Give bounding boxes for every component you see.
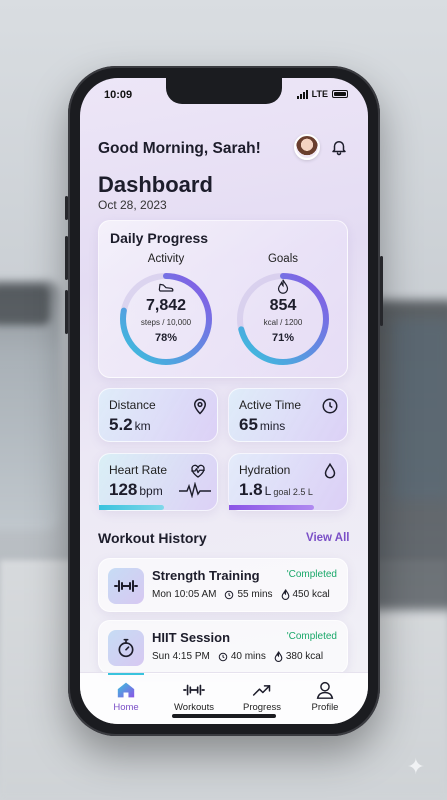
tab-workouts[interactable]: Workouts — [164, 681, 224, 713]
workout-status: 'Completed — [286, 631, 337, 642]
user-icon — [316, 681, 334, 699]
workout-name: HIIT Session — [152, 630, 231, 645]
workout-meta: Sun 4:15 PM 40 mins 380 kcal — [152, 651, 323, 662]
status-indicators: LTE — [296, 89, 348, 99]
workout-name: Strength Training — [152, 568, 260, 583]
workout-status: 'Completed — [286, 569, 337, 580]
daily-progress-card[interactable]: Daily Progress Activity 7,842 steps / 10… — [98, 220, 348, 378]
heart-rate-card[interactable]: Heart Rate 128 bpm — [98, 453, 218, 511]
location-pin-icon — [193, 398, 207, 415]
workout-calories: 380 kcal — [274, 651, 323, 662]
goals-ring[interactable]: 854 kcal / 1200 71% — [233, 269, 333, 369]
status-time: 10:09 — [104, 89, 133, 101]
workout-time: Sun 4:15 PM — [152, 651, 210, 662]
clock-icon — [218, 652, 228, 661]
heartbeat-waveform-icon — [179, 482, 211, 498]
home-indicator — [172, 714, 276, 718]
activity-label: Activity — [147, 253, 185, 265]
bell-icon[interactable] — [330, 138, 348, 156]
activity-value: 7,842 — [145, 297, 187, 314]
goals-percent: 71% — [271, 332, 295, 344]
view-all-link[interactable]: View All — [306, 532, 349, 544]
greeting: Good Morning, Sarah! — [98, 140, 261, 157]
tab-profile[interactable]: Profile — [295, 681, 355, 713]
heart-rate-value: 128 bpm — [109, 480, 163, 499]
network-type: LTE — [311, 89, 328, 99]
active-time-value: 65 mins — [239, 415, 286, 434]
workout-time: Mon 10:05 AM — [152, 589, 217, 600]
goals-label: Goals — [267, 253, 299, 265]
distance-label: Distance — [109, 398, 156, 412]
hydration-label: Hydration — [239, 463, 291, 477]
clock-icon — [322, 398, 338, 414]
clock-icon — [225, 590, 234, 599]
heart-pulse-icon — [191, 464, 205, 478]
page-title: Dashboard — [98, 172, 213, 197]
hydration-progress-bar — [229, 505, 314, 510]
flame-icon — [274, 651, 283, 662]
phone-volume-up-button — [65, 236, 68, 280]
active-tab-indicator — [108, 673, 144, 675]
workout-meta: Mon 10:05 AM 55 mins 450 kcal — [152, 589, 330, 600]
water-drop-icon — [324, 462, 336, 479]
activity-percent: 78% — [154, 332, 178, 344]
phone-side-button — [65, 196, 68, 220]
tab-label: Workouts — [174, 702, 214, 713]
app-screen: 10:09 LTE Good Morning, Sarah! Dashboard… — [80, 78, 368, 724]
distance-value: 5.2 km — [109, 415, 151, 434]
phone-frame: 10:09 LTE Good Morning, Sarah! Dashboard… — [65, 66, 383, 736]
phone-volume-down-button — [65, 290, 68, 334]
trend-icon — [252, 685, 271, 696]
active-time-label: Active Time — [239, 398, 302, 412]
active-time-card[interactable]: Active Time 65 mins — [228, 388, 348, 442]
signal-icon — [296, 89, 308, 99]
workout-duration: 40 mins — [218, 651, 266, 662]
status-bar: 10:09 LTE — [80, 86, 368, 106]
daily-progress-title: Daily Progress — [110, 230, 209, 246]
distance-card[interactable]: Distance 5.2 km — [98, 388, 218, 442]
workout-item-strength[interactable]: Strength Training 'Completed Mon 10:05 A… — [98, 558, 348, 612]
page-date: Oct 28, 2023 — [98, 198, 167, 212]
background-bottle-cap — [0, 285, 50, 325]
workout-calories: 450 kcal — [281, 589, 330, 600]
workout-item-hiit[interactable]: HIIT Session 'Completed Sun 4:15 PM 40 m… — [98, 620, 348, 674]
stopwatch-icon — [108, 630, 144, 666]
flame-icon — [281, 589, 289, 600]
hydration-value: 1.8 Lgoal 2.5 L — [239, 480, 313, 499]
sparkle-icon: ✦ — [406, 754, 425, 779]
goals-detail: kcal / 1200 — [263, 318, 303, 327]
shoe-icon — [158, 283, 174, 292]
background-laptop-screen — [392, 320, 447, 500]
heart-rate-progress-bar — [99, 505, 164, 510]
avatar[interactable] — [294, 134, 320, 160]
activity-ring[interactable]: 7,842 steps / 10,000 78% — [116, 269, 216, 369]
tab-home[interactable]: Home — [96, 681, 156, 713]
tab-label: Progress — [242, 702, 281, 713]
phone-power-button — [380, 256, 383, 326]
hydration-card[interactable]: Hydration 1.8 Lgoal 2.5 L — [228, 453, 348, 511]
tab-progress[interactable]: Progress — [232, 681, 292, 713]
battery-icon — [332, 90, 348, 98]
heart-rate-label: Heart Rate — [109, 463, 168, 477]
tab-label: Home — [113, 702, 139, 713]
home-icon — [117, 682, 135, 698]
activity-detail: steps / 10,000 — [140, 318, 192, 327]
dumbbell-icon — [108, 568, 144, 604]
goals-value: 854 — [269, 297, 297, 314]
dumbbell-icon — [183, 684, 205, 696]
workout-duration: 55 mins — [224, 589, 273, 600]
tab-label: Profile — [311, 702, 339, 713]
workout-history-title: Workout History — [98, 530, 207, 546]
flame-icon — [277, 279, 289, 294]
